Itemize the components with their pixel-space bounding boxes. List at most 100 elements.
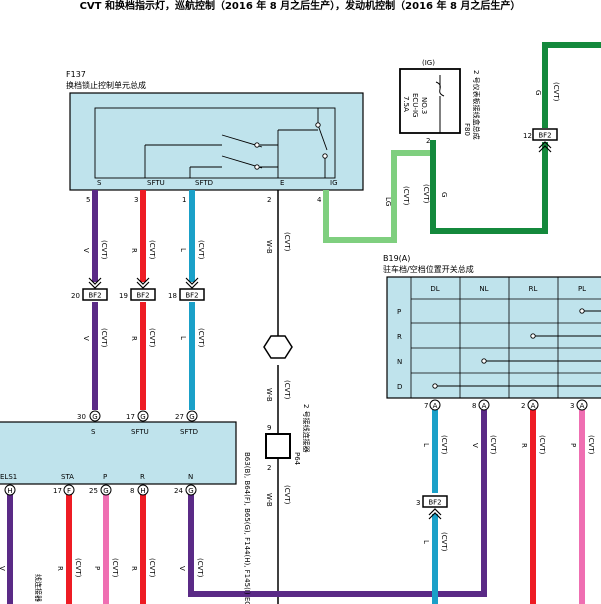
ecm-label: B63(B), B64(F), B65(G), F144(H), F145(I)… bbox=[243, 452, 251, 604]
bf2-pin-20: 20 bbox=[71, 292, 80, 300]
p64-pin-2: 2 bbox=[267, 464, 271, 472]
ecm-conn-25: G bbox=[103, 487, 108, 495]
ecm-term-n: N bbox=[188, 473, 193, 481]
f137-pin-3: 3 bbox=[134, 196, 138, 204]
wire-label-cvt-19: (CVT) bbox=[111, 558, 119, 578]
f137-code: F137 bbox=[66, 70, 86, 79]
p64-connector-box bbox=[265, 433, 291, 459]
b19-pin-3: 3 bbox=[570, 402, 574, 410]
b19-conn-8: A bbox=[482, 402, 487, 410]
ecm-pin-17g: 17 bbox=[126, 413, 135, 421]
wire-label-cvt-11: (CVT) bbox=[422, 184, 430, 204]
b19-name: 驻车档/空档位置开关总成 bbox=[383, 264, 474, 274]
bf2-label-19: BF2 bbox=[136, 292, 149, 300]
wire-label-cvt-12: (CVT) bbox=[552, 82, 560, 102]
page-title: CVT 和换档指示灯，巡航控制（2016 年 8 月之后生产），发动机控制（20… bbox=[80, 0, 521, 12]
ecm-conn-27: G bbox=[189, 413, 194, 421]
wire-label-cvt-2: (CVT) bbox=[148, 240, 156, 260]
wire-label-cvt-1: (CVT) bbox=[100, 240, 108, 260]
ecm-term-sta: STA bbox=[61, 473, 74, 481]
wire-label-cvt-3: (CVT) bbox=[197, 240, 205, 260]
b19-col-rl: RL bbox=[529, 285, 538, 293]
ecm-conn-17f: F bbox=[67, 487, 71, 495]
b19-code: B19(A) bbox=[383, 254, 410, 263]
ecm-conn-30: G bbox=[92, 413, 97, 421]
ecm-pin-27: 27 bbox=[175, 413, 184, 421]
wire-label-cvt-8: (CVT) bbox=[283, 380, 291, 400]
ecm-top-pins: 30 G 17 G 27 G bbox=[77, 410, 198, 422]
wire-label-v-5: V bbox=[178, 566, 186, 571]
ecm-pin-17f: 17 bbox=[53, 487, 62, 495]
ecm-conn-8: H bbox=[140, 487, 145, 495]
wire-label-l-2: L bbox=[179, 336, 187, 340]
wire-label-cvt-5: (CVT) bbox=[148, 328, 156, 348]
b19-pin-8: 8 bbox=[472, 402, 476, 410]
ecm-bottom-pins: H 17 F 25 G 8 H 24 G bbox=[4, 484, 197, 496]
wire-label-l-1: L bbox=[179, 248, 187, 252]
wire-label-v-1: V bbox=[82, 248, 90, 253]
bf2-connector-12: BF2 12 bbox=[523, 128, 558, 153]
wire-label-v-2: V bbox=[82, 336, 90, 341]
fuse-pin-2: 2 bbox=[426, 137, 430, 145]
ecm-term-els1: ELS1 bbox=[0, 473, 17, 481]
wire-label-v-3: V bbox=[471, 443, 479, 448]
wire-label-v-4: V bbox=[0, 566, 6, 571]
b19-switch-body bbox=[386, 276, 601, 399]
wire-label-wb-2: W-B bbox=[265, 388, 273, 402]
f137-pin-5: 5 bbox=[86, 196, 90, 204]
bf2-label-12: BF2 bbox=[538, 132, 551, 140]
f137-term-sftd: SFTD bbox=[195, 179, 213, 187]
wire-label-cvt-17: (CVT) bbox=[440, 532, 448, 552]
bf2-label-3: BF2 bbox=[428, 499, 441, 507]
wire-label-cvt-16: (CVT) bbox=[587, 435, 595, 455]
b19-pin-2: 2 bbox=[521, 402, 525, 410]
ecm-conn-els1: H bbox=[7, 487, 12, 495]
ecm-pin-8: 8 bbox=[130, 487, 134, 495]
bf2-pin-18: 18 bbox=[168, 292, 177, 300]
bf2-pin-3: 3 bbox=[416, 499, 420, 507]
p64-name: 2 号接线连接器 bbox=[302, 404, 311, 453]
wire-label-g-1: G bbox=[440, 192, 448, 197]
fuse-desc: 2 号仪表板接线盒总成 bbox=[472, 70, 481, 140]
wire-label-p-2: P bbox=[93, 566, 101, 570]
wire-label-wb-1: W-B bbox=[265, 240, 273, 254]
b19-col-pl: PL bbox=[578, 285, 586, 293]
fuse-name: ECU-IG bbox=[411, 93, 419, 117]
bf2-pin-19: 19 bbox=[119, 292, 128, 300]
fuse-code: F80 bbox=[463, 123, 471, 136]
wire-label-cvt-4: (CVT) bbox=[100, 328, 108, 348]
wiring-diagram: CVT 和换档指示灯，巡航控制（2016 年 8 月之后生产），发动机控制（20… bbox=[0, 0, 601, 604]
wire-label-r-1: R bbox=[130, 248, 138, 253]
p64-code: P64 bbox=[293, 452, 301, 466]
b19-row-r: R bbox=[397, 333, 402, 341]
ecm-term-r: R bbox=[140, 473, 145, 481]
ecm-term-sftd: SFTD bbox=[180, 428, 198, 436]
b19-row-d: D bbox=[397, 383, 402, 391]
wire-label-g-2: G bbox=[534, 90, 542, 95]
f137-pin-4: 4 bbox=[317, 196, 322, 204]
b19-col-nl: NL bbox=[479, 285, 488, 293]
wire-label-cvt-9: (CVT) bbox=[283, 485, 291, 505]
bf2-pin-12: 12 bbox=[523, 132, 532, 140]
wire-label-cvt-13: (CVT) bbox=[440, 435, 448, 455]
ecm-pin-25: 25 bbox=[89, 487, 98, 495]
wire-label-r-5: R bbox=[130, 566, 138, 571]
f137-pin-2: 2 bbox=[267, 196, 271, 204]
b19-conn-3: A bbox=[580, 402, 585, 410]
wire-label-cvt-15: (CVT) bbox=[538, 435, 546, 455]
wire-label-cvt-18: (CVT) bbox=[74, 558, 82, 578]
fuse-ig-label: (IG) bbox=[422, 59, 435, 67]
f137-name: 换档锁止控制单元总成 bbox=[66, 80, 146, 90]
f137-term-ig: IG bbox=[330, 179, 338, 187]
ecm-term-s: S bbox=[91, 428, 96, 436]
b19-col-dl: DL bbox=[430, 285, 439, 293]
bf2-label-18: BF2 bbox=[185, 292, 198, 300]
wire-label-l-4: L bbox=[422, 540, 430, 544]
wire-label-cvt-20: (CVT) bbox=[148, 558, 156, 578]
bf2-connector-18: BF2 18 bbox=[168, 277, 205, 301]
wire-label-cvt-21: (CVT) bbox=[196, 558, 204, 578]
p64-pin-9: 9 bbox=[267, 424, 271, 432]
b19-conn-2: A bbox=[531, 402, 536, 410]
wire-label-r-3: R bbox=[520, 443, 528, 448]
fuse-rating: 7.5A bbox=[402, 96, 410, 112]
